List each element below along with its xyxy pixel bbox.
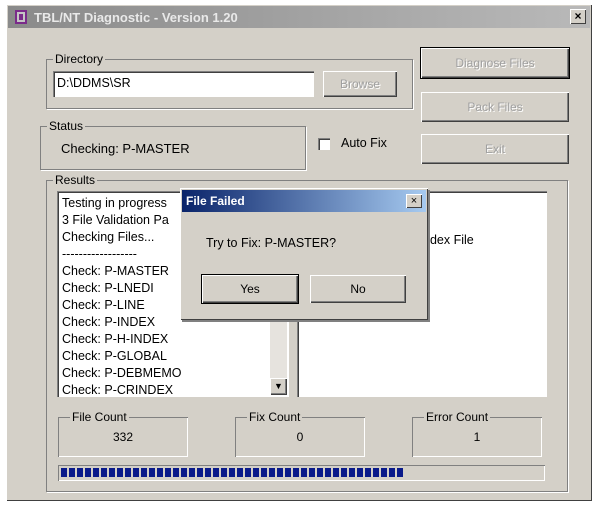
progress-block (317, 468, 323, 477)
file-count-label: File Count (70, 410, 129, 424)
progress-block (189, 468, 195, 477)
progress-block (349, 468, 355, 477)
progress-block (373, 468, 379, 477)
progress-block (173, 468, 179, 477)
results-line: Checking Files... (62, 230, 155, 244)
progress-block (397, 468, 403, 477)
results-line: 3 File Validation Pa (62, 213, 169, 227)
results-line: Check: P-H-INDEX (62, 332, 169, 346)
progress-block (365, 468, 371, 477)
progress-block (245, 468, 251, 477)
scroll-down-arrow-icon: ▼ (274, 381, 283, 391)
progress-block (269, 468, 275, 477)
results-line: Check: P-DEBMEMO (62, 366, 182, 380)
fix-count-label: Fix Count (247, 410, 303, 424)
dialog-message: Try to Fix: P-MASTER? (206, 236, 337, 250)
progress-block (109, 468, 115, 477)
directory-value: D:\DDMS\SR (57, 76, 131, 90)
title-bar[interactable]: TBL/NT Diagnostic - Version 1.20 × (8, 6, 590, 28)
error-count-value: 1 (473, 430, 481, 444)
results-line: Check: P-CRINDEX (62, 383, 174, 397)
progress-block (333, 468, 339, 477)
status-label: Status (47, 119, 86, 133)
progress-block (237, 468, 243, 477)
progress-block (69, 468, 75, 477)
yes-button[interactable]: Yes (201, 274, 299, 304)
progress-block (101, 468, 107, 477)
exit-button[interactable]: Exit (421, 134, 569, 164)
progress-block (325, 468, 331, 477)
file-count-box: File Count 332 (58, 410, 188, 457)
progress-block (213, 468, 219, 477)
progress-block (85, 468, 91, 477)
status-group: Status Checking: P-MASTER (40, 119, 306, 170)
progress-block (197, 468, 203, 477)
fix-count-value: 0 (296, 430, 304, 444)
results-lines: Testing in progress 3 File Validation Pa C… (62, 195, 181, 397)
progress-block (229, 468, 235, 477)
progress-block (133, 468, 139, 477)
progress-block (93, 468, 99, 477)
progress-bar (58, 465, 545, 481)
results-label: Results (53, 173, 98, 187)
progress-block (221, 468, 227, 477)
window-close-button[interactable]: × (570, 9, 586, 24)
file-failed-dialog: File Failed × Try to Fix: P-MASTER? Yes … (180, 188, 428, 320)
progress-block (357, 468, 363, 477)
progress-block (301, 468, 307, 477)
results-line: Check: P-LINE (62, 298, 145, 312)
auto-fix-checkbox[interactable] (318, 138, 330, 150)
progress-block (141, 468, 147, 477)
progress-block (389, 468, 395, 477)
progress-block (277, 468, 283, 477)
diagnose-files-button[interactable]: Diagnose Files (420, 47, 570, 79)
directory-group: Directory D:\DDMS\SR Browse (46, 52, 413, 109)
progress-block (181, 468, 187, 477)
file-count-value: 332 (112, 430, 134, 444)
no-button[interactable]: No (310, 275, 406, 303)
results-line: Check: P-MASTER (62, 264, 169, 278)
progress-block (341, 468, 347, 477)
error-count-label: Error Count (424, 410, 491, 424)
progress-fill (61, 468, 405, 477)
progress-block (77, 468, 83, 477)
results-line: ------------------ (62, 247, 137, 261)
dialog-title-bar[interactable]: File Failed × (182, 190, 426, 212)
progress-block (309, 468, 315, 477)
progress-block (253, 468, 259, 477)
progress-block (293, 468, 299, 477)
auto-fix-label[interactable]: Auto Fix (341, 136, 387, 150)
progress-block (165, 468, 171, 477)
browse-button[interactable]: Browse (323, 71, 397, 97)
progress-block (261, 468, 267, 477)
directory-input[interactable]: D:\DDMS\SR (53, 71, 314, 97)
error-count-box: Error Count 1 (412, 410, 542, 457)
dialog-close-button[interactable]: × (406, 194, 422, 208)
window-title: TBL/NT Diagnostic - Version 1.20 (34, 10, 238, 25)
results-line: Check: P-INDEX (62, 315, 156, 329)
pack-files-button[interactable]: Pack Files (421, 92, 569, 122)
directory-label: Directory (53, 52, 106, 66)
scroll-down-button[interactable]: ▼ (270, 378, 287, 395)
progress-block (285, 468, 291, 477)
status-text: Checking: P-MASTER (61, 141, 190, 156)
dialog-title: File Failed (186, 194, 245, 208)
progress-block (149, 468, 155, 477)
results-line: Check: P-GLOBAL (62, 349, 167, 363)
progress-block (157, 468, 163, 477)
progress-block (61, 468, 67, 477)
progress-block (381, 468, 387, 477)
progress-block (117, 468, 123, 477)
results-line: Testing in progress (62, 196, 167, 210)
fix-count-box: Fix Count 0 (235, 410, 365, 457)
progress-block (125, 468, 131, 477)
results-detail-text: ndex File (423, 233, 474, 247)
progress-block (205, 468, 211, 477)
results-line: Check: P-LNEDI (62, 281, 154, 295)
app-icon (15, 10, 27, 24)
